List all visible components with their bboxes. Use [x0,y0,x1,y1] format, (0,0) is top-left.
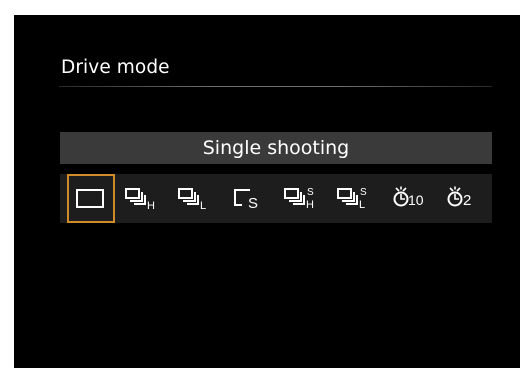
svg-text:2: 2 [463,192,471,209]
svg-text:S: S [248,195,258,212]
drive-mode-low-speed-continuous[interactable]: L [176,174,222,223]
drive-mode-silent-single[interactable]: S [229,174,275,223]
drive-mode-silent-low-speed-continuous[interactable]: S L [335,174,381,223]
silent-low-speed-continuous-icon: S L [337,187,367,211]
single-shooting-icon [76,189,104,208]
drive-mode-self-timer-2s[interactable]: 2 [444,174,490,223]
title-divider [59,86,492,87]
high-speed-continuous-icon: H [125,188,155,212]
low-speed-continuous-icon: L [178,188,206,212]
drive-mode-single[interactable] [67,174,115,223]
silent-high-speed-continuous-icon: S H [284,187,314,211]
svg-text:S: S [360,187,367,198]
self-timer-10s-icon: 10 [393,186,424,208]
svg-text:H: H [306,199,314,211]
svg-text:10: 10 [408,192,424,208]
drive-mode-self-timer-10s[interactable]: 10 [390,174,436,223]
selected-mode-bar: Single shooting [60,132,492,164]
svg-text:L: L [200,200,206,212]
self-timer-2s-icon: 2 [447,186,471,209]
drive-mode-silent-high-speed-continuous[interactable]: S H [282,174,328,223]
silent-single-shooting-icon: S [234,189,258,212]
svg-text:L: L [359,199,365,211]
selected-mode-label: Single shooting [202,137,350,159]
svg-text:H: H [147,200,155,212]
camera-screen: Drive mode Single shooting H L S S H S L… [14,15,520,368]
drive-mode-options: H L S S H S L 10 2 [60,174,492,223]
svg-text:S: S [307,187,314,198]
drive-mode-high-speed-continuous[interactable]: H [123,174,169,223]
page-title: Drive mode [61,57,170,78]
